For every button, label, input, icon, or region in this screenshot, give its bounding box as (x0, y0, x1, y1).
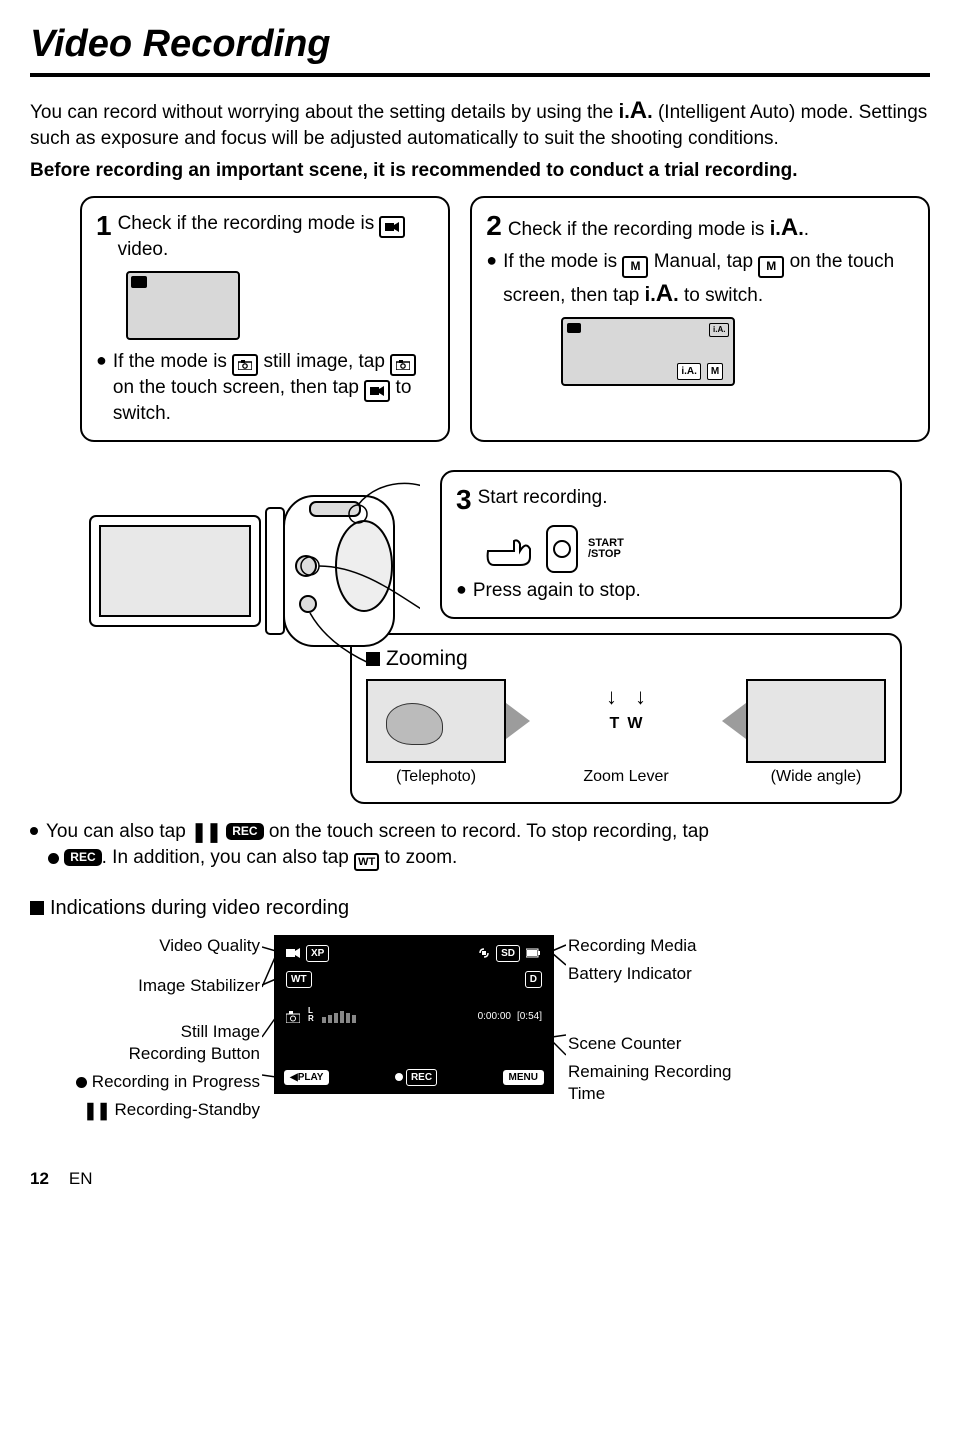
step-2-bullet-d: to switch. (679, 285, 763, 306)
wide-thumbnail (746, 679, 886, 763)
step-1-bullet-a: If the mode is (113, 351, 232, 372)
indications-title-text: Indications during video recording (50, 897, 349, 919)
pause-icon: ❚❚ (83, 1100, 110, 1122)
remaining-time: [0:54] (517, 1010, 542, 1023)
step-1-text-b: video. (118, 239, 169, 260)
hand-press-icon (486, 529, 536, 569)
step-3-number: 3 (456, 482, 472, 518)
wide-caption: (Wide angle) (746, 767, 886, 788)
telephoto-thumbnail (366, 679, 506, 763)
still-image-icon (390, 354, 416, 376)
step-2-text-b: . (804, 219, 809, 240)
note-paragraph: You can also tap ❚❚ REC on the touch scr… (30, 820, 930, 871)
section-square-icon (30, 901, 44, 915)
rec-pill-icon: REC (64, 849, 101, 867)
pause-icon: ❚❚ (191, 821, 221, 846)
label-battery-indicator: Battery Indicator (568, 963, 930, 985)
start-stop-button[interactable] (546, 525, 578, 573)
manual-mode-icon: M (758, 256, 784, 278)
stop-label: /STOP (588, 549, 624, 560)
step-2-bullet-b: Manual, tap (648, 251, 758, 272)
intro-paragraph: You can record without worrying about th… (30, 95, 930, 151)
telephoto-caption: (Telephoto) (366, 767, 506, 788)
step-1-box: 1 Check if the recording mode is video. … (80, 196, 450, 442)
indications-heading: Indications during video recording (30, 895, 930, 921)
step-3-box: 3 Start recording. START /STOP ● Press a… (440, 470, 902, 619)
record-dot-icon (48, 853, 59, 864)
step-1-bullet-c: on the touch screen, then tap (113, 377, 364, 398)
camcorder-illustration (80, 456, 420, 666)
intro-caution: Before recording an important scene, it … (30, 159, 930, 184)
ia-icon: i.A. (619, 102, 653, 123)
label-scene-counter: Scene Counter (568, 1033, 930, 1055)
label-still-image-button: Still ImageRecording Button (30, 1021, 260, 1065)
step-1-bullet-b: still image, tap (258, 351, 390, 372)
ia-button[interactable]: i.A. (677, 363, 701, 380)
page-number: 12 (30, 1168, 49, 1190)
lcd-screen: XP SD WT D LR 0:00:00 [0:54] (274, 935, 554, 1094)
record-dot-icon (76, 1077, 87, 1088)
ia-icon: i.A. (770, 219, 804, 240)
rec-button[interactable]: REC (406, 1069, 437, 1086)
page-title: Video Recording (30, 20, 930, 77)
bullet-icon: ● (96, 350, 107, 372)
step-2-box: 2 Check if the recording mode is i.A.. ●… (470, 196, 930, 442)
label-remaining-time: Remaining RecordingTime (568, 1061, 930, 1105)
wt-chip[interactable]: WT (286, 971, 312, 988)
manual-button[interactable]: M (707, 363, 723, 380)
bullet-icon: ● (486, 250, 497, 272)
still-image-icon (232, 354, 258, 376)
d-chip: D (525, 971, 542, 988)
step-3-text: Start recording. (478, 482, 608, 511)
wt-zoom-icon: WT (354, 853, 379, 871)
indications-left-labels: Video Quality Image Stabilizer Still Ima… (30, 935, 260, 1129)
label-video-quality: Video Quality (30, 935, 260, 957)
step-1-number: 1 (96, 208, 112, 244)
video-mode-icon (364, 380, 390, 402)
label-recording-progress: Recording in Progress (92, 1072, 260, 1091)
zoom-box: Zooming ↓ ↓ T W (350, 633, 902, 803)
battery-icon (526, 948, 542, 958)
down-arrow-icon: ↓ (635, 683, 646, 712)
note-a: You can also tap (46, 821, 191, 842)
step-3-bullet: Press again to stop. (473, 579, 641, 604)
note-c: . In addition, you can also tap (102, 847, 354, 868)
sd-chip: SD (496, 945, 520, 962)
step-1-text-a: Check if the recording mode is (118, 213, 380, 234)
down-arrow-icon: ↓ (606, 683, 617, 712)
camera-icon[interactable] (286, 1011, 300, 1023)
label-recording-standby: Recording-Standby (114, 1100, 260, 1119)
step-2-text-a: Check if the recording mode is (508, 219, 770, 240)
touchscreen-preview-2: i.A. i.A. M (561, 317, 735, 386)
bullet-icon (30, 827, 38, 835)
step-2-bullet-a: If the mode is (503, 251, 622, 272)
step-2-number: 2 (486, 208, 502, 244)
indications-right-labels: Recording Media Battery Indicator Scene … (568, 935, 930, 1111)
menu-button[interactable]: MENU (503, 1070, 544, 1085)
note-b: on the touch screen to record. To stop r… (269, 821, 709, 842)
manual-mode-icon: M (622, 256, 648, 278)
ia-icon: i.A. (645, 285, 679, 306)
zoom-lever-caption: Zoom Lever (516, 767, 736, 788)
play-button[interactable]: ◀PLAY (284, 1070, 329, 1085)
page-lang: EN (69, 1168, 93, 1190)
scene-counter: 0:00:00 (478, 1010, 511, 1023)
label-recording-media: Recording Media (568, 935, 930, 957)
stabilizer-icon (478, 947, 490, 959)
rec-pill-icon: REC (226, 823, 263, 841)
xp-chip: XP (306, 945, 329, 962)
note-d: to zoom. (384, 847, 457, 868)
label-image-stabilizer: Image Stabilizer (30, 975, 260, 997)
video-mode-icon (286, 948, 300, 958)
zoom-w-label: W (627, 714, 642, 735)
bullet-icon: ● (456, 579, 467, 601)
video-mode-icon (379, 216, 405, 238)
touchscreen-preview-1 (126, 271, 240, 340)
page-footer: 12 EN (30, 1168, 930, 1190)
intro-text-a: You can record without worrying about th… (30, 102, 619, 123)
zoom-t-label: T (610, 714, 620, 735)
audio-level-icon (322, 1011, 356, 1023)
